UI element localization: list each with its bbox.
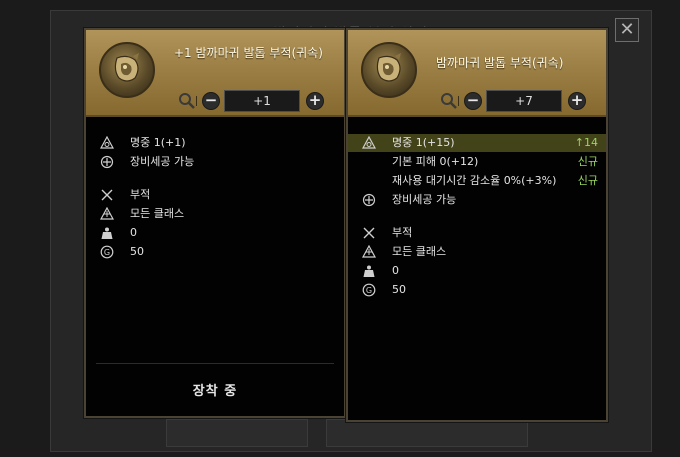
info-row: 0 <box>86 224 344 242</box>
divider <box>96 363 334 364</box>
item-price: 50 <box>130 245 144 258</box>
swords-icon <box>101 189 113 201</box>
close-button[interactable]: ✕ <box>615 18 639 42</box>
item-type: 부적 <box>392 226 413 239</box>
level-increase-button[interactable]: + <box>306 92 324 110</box>
stat-text: 장비세공 가능 <box>130 155 195 168</box>
magnifier-icon[interactable] <box>440 92 458 110</box>
craft-icon <box>100 155 114 169</box>
info-row: 부적 <box>86 186 344 204</box>
craft-icon <box>362 193 376 207</box>
level-decrease-button[interactable]: − <box>464 92 482 110</box>
info-row: 모든 클래스 <box>348 243 606 261</box>
magnifier-icon[interactable] <box>178 92 196 110</box>
stat-text: 장비세공 가능 <box>392 193 457 206</box>
gold-icon: G <box>100 245 114 259</box>
item-type: 부적 <box>130 188 151 201</box>
item-name: +1 밤까마귀 발톱 부적(귀속) <box>174 46 323 60</box>
accuracy-icon <box>100 136 114 149</box>
stat-text: 기본 피해 0(+12) <box>392 155 479 168</box>
stat-new-badge: 신규 <box>577 174 598 187</box>
item-price: 50 <box>392 283 406 296</box>
background-button-right <box>326 419 528 447</box>
stat-row: 장비세공 가능 <box>86 153 344 171</box>
class-icon <box>362 245 376 258</box>
equipped-label: 장착 중 <box>192 384 238 399</box>
accuracy-icon <box>362 136 376 149</box>
stat-row: 명중 1(+1) <box>86 134 344 152</box>
stat-list: 명중 1(+15) ↑14 기본 피해 0(+12) 신규 재사용 대기시간 감… <box>348 134 606 300</box>
tooltip-header: +1 밤까마귀 발톱 부적(귀속) − +1 + <box>86 30 344 117</box>
info-row: 모든 클래스 <box>86 205 344 223</box>
svg-text:G: G <box>104 248 110 257</box>
tooltip-header: 밤까마귀 발톱 부적(귀속) − +7 + <box>348 30 606 117</box>
stat-text: 명중 1(+15) <box>392 136 455 149</box>
info-row: 0 <box>348 262 606 280</box>
stat-delta: ↑14 <box>574 136 598 149</box>
talisman-icon <box>361 42 417 98</box>
separator <box>458 96 459 106</box>
stat-row: 장비세공 가능 <box>348 191 606 209</box>
talisman-icon <box>99 42 155 98</box>
separator <box>196 96 197 106</box>
class-icon <box>100 207 114 220</box>
stat-row: 재사용 대기시간 감소율 0%(+3%) 신규 <box>348 172 606 190</box>
level-increase-button[interactable]: + <box>568 92 586 110</box>
stat-list: 명중 1(+1) 장비세공 가능 부적 모든 클래스 0 G 50 <box>86 134 344 262</box>
item-weight: 0 <box>392 264 399 277</box>
item-class: 모든 클래스 <box>130 207 185 220</box>
stat-row: 기본 피해 0(+12) 신규 <box>348 153 606 171</box>
weight-icon <box>101 227 113 239</box>
stat-text: 재사용 대기시간 감소율 0%(+3%) <box>392 174 557 187</box>
weight-icon <box>363 265 375 277</box>
info-row: G 50 <box>86 243 344 261</box>
info-row: 부적 <box>348 224 606 242</box>
stat-row-highlighted: 명중 1(+15) ↑14 <box>348 134 606 152</box>
item-class: 모든 클래스 <box>392 245 447 258</box>
gold-icon: G <box>362 283 376 297</box>
info-row: G 50 <box>348 281 606 299</box>
level-decrease-button[interactable]: − <box>202 92 220 110</box>
stat-text: 명중 1(+1) <box>130 136 186 149</box>
equipped-item-tooltip: +1 밤까마귀 발톱 부적(귀속) − +1 + 명중 1(+1) 장비세공 가… <box>84 28 346 418</box>
item-weight: 0 <box>130 226 137 239</box>
item-name: 밤까마귀 발톱 부적(귀속) <box>436 56 564 70</box>
svg-text:G: G <box>366 286 372 295</box>
level-value: +1 <box>224 90 300 112</box>
level-value: +7 <box>486 90 562 112</box>
compare-item-tooltip: 밤까마귀 발톱 부적(귀속) − +7 + 명중 1(+15) ↑14 기본 피… <box>346 28 608 422</box>
stat-new-badge: 신규 <box>577 155 598 168</box>
swords-icon <box>363 227 375 239</box>
background-button-left <box>166 419 308 447</box>
